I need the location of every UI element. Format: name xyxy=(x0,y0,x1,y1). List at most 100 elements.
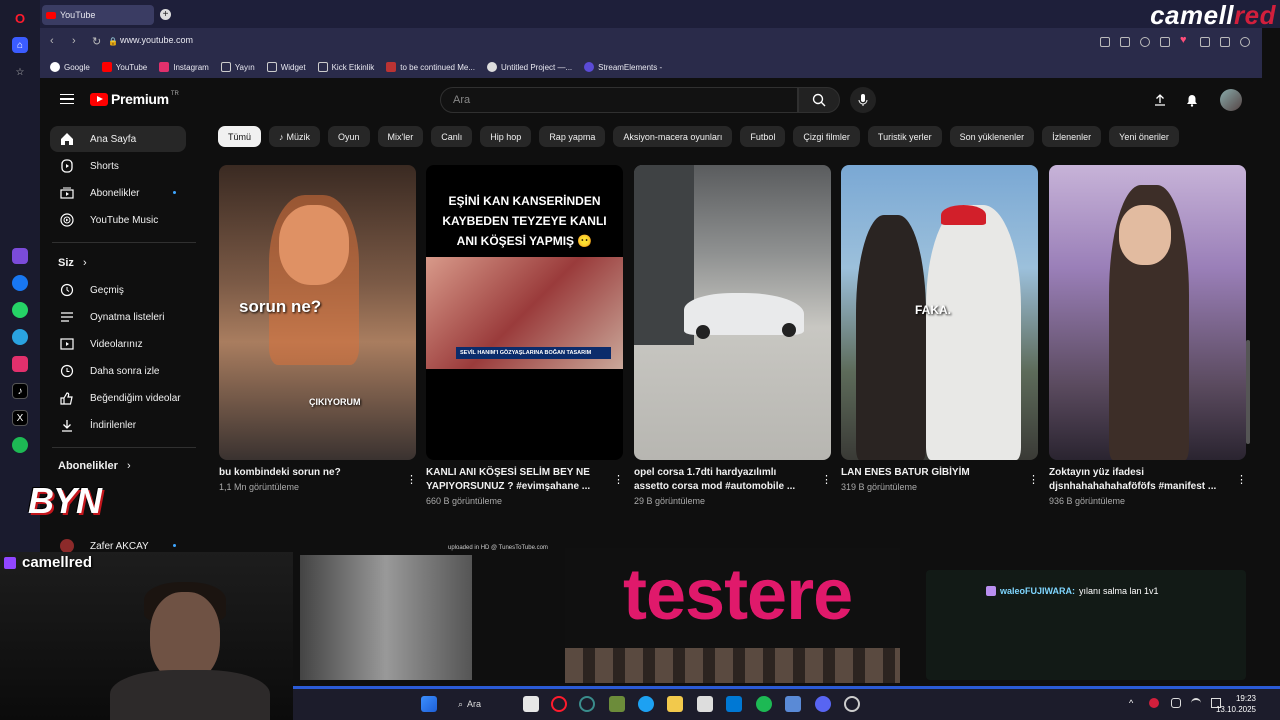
star-icon[interactable]: ☆ xyxy=(12,64,28,80)
upload-icon[interactable] xyxy=(1152,92,1168,108)
video-title[interactable]: Zoktayın yüz ifadesi djsnhahahahahaföföf… xyxy=(1049,466,1225,494)
taskbar-clock[interactable]: 19:23 13.10.2025 xyxy=(1216,693,1256,715)
bookmark-tbc[interactable]: to be continued Me... xyxy=(386,62,475,72)
menu-icon[interactable] xyxy=(1220,37,1230,47)
video-thumbnail[interactable] xyxy=(1049,165,1246,460)
discord-icon[interactable] xyxy=(815,696,831,712)
sidebar-item-your-videos[interactable]: Videolarınız xyxy=(50,331,186,357)
forward-icon[interactable]: › xyxy=(72,35,76,47)
bookmark-untitled[interactable]: Untitled Project —... xyxy=(487,62,572,72)
sidebar-item-youtube-music[interactable]: YouTube Music xyxy=(50,207,186,233)
bookmark-streamelements[interactable]: StreamElements - xyxy=(584,62,662,72)
video-title[interactable]: LAN ENES BATUR GİBİYİM xyxy=(841,466,1017,480)
opera-icon[interactable] xyxy=(551,696,567,712)
second-row-thumbnail[interactable] xyxy=(300,555,472,680)
browser-icon[interactable] xyxy=(579,696,595,712)
search-button[interactable] xyxy=(798,87,840,113)
sidebar-item-home[interactable]: Ana Sayfa xyxy=(50,126,186,152)
more-options-icon[interactable]: ⋮ xyxy=(1028,473,1039,487)
chip-games[interactable]: Oyun xyxy=(328,126,370,147)
telegram-icon[interactable] xyxy=(12,329,28,345)
download-icon[interactable] xyxy=(1200,37,1210,47)
tab-youtube[interactable]: YouTube xyxy=(42,5,154,25)
sidebar-item-shorts[interactable]: Shorts xyxy=(50,153,186,179)
microphone-icon[interactable] xyxy=(1171,698,1181,708)
app-icon[interactable] xyxy=(609,696,625,712)
chip-cartoons[interactable]: Çizgi filmler xyxy=(793,126,860,147)
sidebar-item-downloads[interactable]: İndirilenler xyxy=(50,412,186,438)
account-avatar[interactable] xyxy=(1220,89,1242,111)
home-icon[interactable]: ⌂ xyxy=(12,37,28,53)
chip-live[interactable]: Canlı xyxy=(431,126,473,147)
chip-football[interactable]: Futbol xyxy=(740,126,786,147)
tiktok-icon[interactable]: ♪ xyxy=(12,383,28,399)
url-field[interactable]: www.youtube.com xyxy=(120,35,193,45)
bookmark-widget[interactable]: Widget xyxy=(266,62,306,72)
hamburger-menu-icon[interactable] xyxy=(60,94,74,104)
profile-icon[interactable] xyxy=(1240,37,1250,47)
chip-watched[interactable]: İzlenenler xyxy=(1042,126,1102,147)
video-card[interactable]: FAKA. LAN ENES BATUR GİBİYİM 319 B görün… xyxy=(841,165,1039,492)
chip-rap[interactable]: Rap yapma xyxy=(539,126,606,147)
app-icon[interactable] xyxy=(785,696,801,712)
video-title[interactable]: KANLI ANI KÖŞESİ SELİM BEY NE YAPIYORSUN… xyxy=(426,466,602,494)
opera-logo-icon[interactable]: O xyxy=(12,10,28,26)
bookmark-youtube[interactable]: YouTube xyxy=(101,62,147,72)
tray-app-icon[interactable] xyxy=(1149,698,1159,708)
video-thumbnail[interactable] xyxy=(634,165,831,460)
video-card[interactable]: opel corsa 1.7dti hardyazılımlı assetto … xyxy=(634,165,832,506)
chip-hip-hop[interactable]: Hip hop xyxy=(480,126,532,147)
video-title[interactable]: opel corsa 1.7dti hardyazılımlı assetto … xyxy=(634,466,810,494)
chevron-up-icon[interactable]: ^ xyxy=(1129,698,1139,708)
aria-icon[interactable] xyxy=(12,248,28,264)
bookmark-kick[interactable]: Kick Etkinlik xyxy=(317,62,374,72)
notifications-bell-icon[interactable] xyxy=(1184,92,1200,108)
sidebar-item-subscriptions[interactable]: Abonelikler xyxy=(50,180,186,206)
whatsapp-icon[interactable] xyxy=(12,302,28,318)
back-icon[interactable]: ‹ xyxy=(50,35,54,47)
play-icon[interactable] xyxy=(1160,37,1170,47)
wifi-icon[interactable] xyxy=(1191,698,1201,708)
video-thumbnail[interactable]: sorun ne? ÇIKIYORUM xyxy=(219,165,416,460)
sidebar-item-playlists[interactable]: Oynatma listeleri xyxy=(50,304,186,330)
outlook-icon[interactable] xyxy=(726,696,742,712)
page-scrollbar[interactable] xyxy=(1246,340,1250,444)
x-icon[interactable]: X xyxy=(12,410,28,426)
sidebar-item-history[interactable]: Geçmiş xyxy=(50,277,186,303)
chip-mixes[interactable]: Mix'ler xyxy=(377,126,424,147)
chip-all[interactable]: Tümü xyxy=(218,126,262,147)
new-tab-button[interactable]: + xyxy=(160,9,171,20)
spotify-icon[interactable] xyxy=(12,437,28,453)
video-thumbnail[interactable]: EŞİNİ KAN KANSERİNDEN KAYBEDEN TEYZEYE K… xyxy=(426,165,623,460)
reload-icon[interactable]: ↻ xyxy=(92,35,101,48)
video-title[interactable]: bu kombindeki sorun ne? xyxy=(219,466,395,480)
youtube-logo[interactable]: Premium TR xyxy=(90,91,179,107)
spotify-icon[interactable] xyxy=(756,696,772,712)
chip-music[interactable]: ♪ Müzik xyxy=(269,126,321,147)
second-row-thumbnail[interactable]: testere xyxy=(565,548,900,683)
chip-tourist-places[interactable]: Turistik yerler xyxy=(867,126,942,147)
more-options-icon[interactable]: ⋮ xyxy=(821,473,832,487)
sidebar-you-heading[interactable]: Siz › xyxy=(58,257,87,269)
bookmark-yayin[interactable]: Yayın xyxy=(220,62,255,72)
edge-icon[interactable] xyxy=(638,696,654,712)
video-card[interactable]: Zoktayın yüz ifadesi djsnhahahahahaföföf… xyxy=(1049,165,1247,506)
bookmark-instagram[interactable]: Instagram xyxy=(159,62,209,72)
obs-icon[interactable] xyxy=(844,696,860,712)
instagram-icon[interactable] xyxy=(12,356,28,372)
voice-search-button[interactable] xyxy=(850,87,876,113)
messenger-icon[interactable] xyxy=(12,275,28,291)
video-card[interactable]: sorun ne? ÇIKIYORUM bu kombindeki sorun … xyxy=(219,165,417,492)
sidebar-item-watch-later[interactable]: Daha sonra izle xyxy=(50,358,186,384)
more-options-icon[interactable]: ⋮ xyxy=(613,473,624,487)
bookmark-google[interactable]: Google xyxy=(50,62,90,72)
taskbar-search[interactable]: ⌕ Ara xyxy=(458,695,508,713)
file-explorer-icon[interactable] xyxy=(667,696,683,712)
chip-recently-uploaded[interactable]: Son yüklenenler xyxy=(949,126,1035,147)
video-thumbnail[interactable]: FAKA. xyxy=(841,165,1038,460)
sidebar-subscriptions-heading[interactable]: Abonelikler › xyxy=(58,460,131,472)
video-card[interactable]: EŞİNİ KAN KANSERİNDEN KAYBEDEN TEYZEYE K… xyxy=(426,165,624,506)
shield-icon[interactable] xyxy=(1140,37,1150,47)
chip-new-to-you[interactable]: Yeni öneriler xyxy=(1109,126,1179,147)
edit-icon[interactable] xyxy=(1100,37,1110,47)
